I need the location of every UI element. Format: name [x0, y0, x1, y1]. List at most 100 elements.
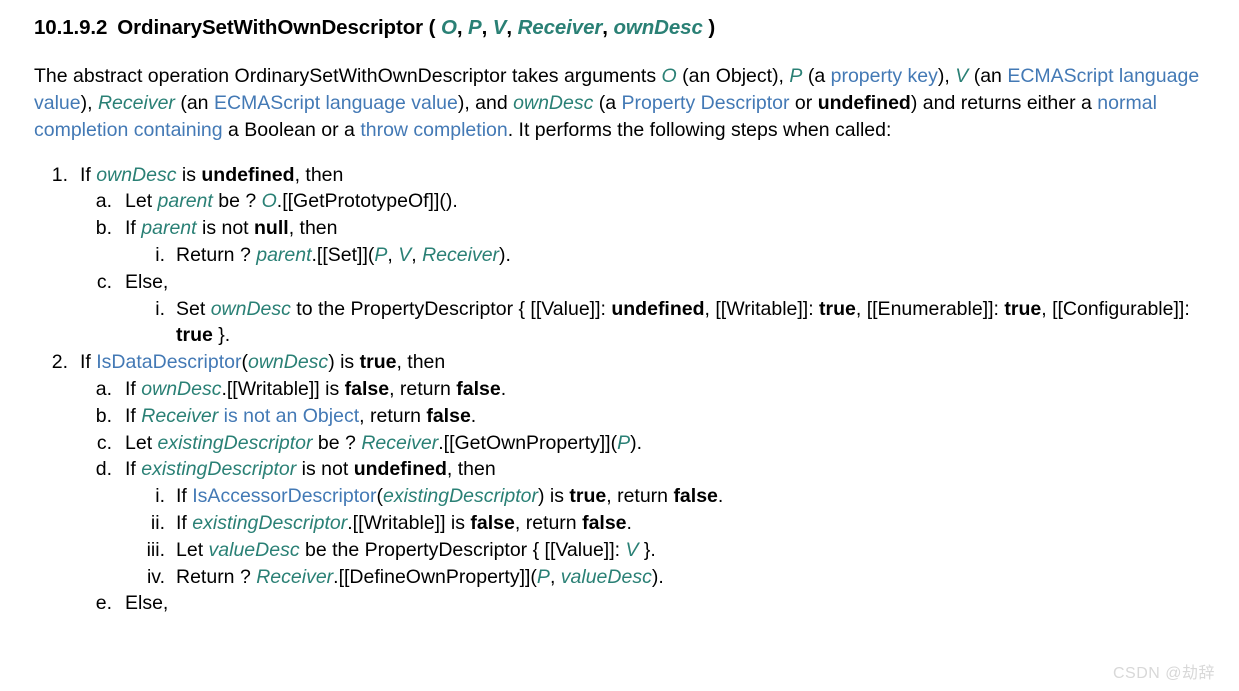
s1a-t3: .[[GetPrototypeOf]]().: [276, 190, 458, 213]
step-marker-2d-ii: ii.: [150, 511, 165, 534]
step-2b: b. If Receiver is not an Object, return …: [94, 403, 1205, 430]
s2dii-t4: .: [626, 511, 632, 534]
s2diii-t3: }.: [638, 538, 656, 561]
step-1c: c. Else, i. Set ownDesc to the PropertyD…: [94, 269, 1205, 349]
s1ci-t4: , [[Enumerable]]:: [855, 297, 1005, 320]
s2di-t1: If: [176, 485, 193, 508]
csdn-watermark: CSDN @劫辞: [1112, 665, 1215, 682]
s1ci-var-ownDesc: ownDesc: [210, 297, 291, 320]
link-throw-completion[interactable]: throw completion: [360, 119, 507, 141]
intro-var-V: V: [955, 64, 969, 87]
s1-var-ownDesc: ownDesc: [96, 163, 177, 186]
s2a-var-ownDesc: ownDesc: [141, 377, 222, 400]
s1ci-t1: Set: [176, 297, 211, 320]
step-1-text: If ownDesc is undefined, then: [80, 162, 1205, 189]
step-marker-2d: d.: [95, 458, 112, 481]
step-1c-i: i. Set ownDesc to the PropertyDescriptor…: [139, 296, 1205, 350]
s2b-kw-false: false: [426, 404, 471, 427]
s2b-t3: .: [470, 404, 477, 427]
s2b-t2: , return: [359, 404, 427, 427]
s1ci-t2: to the PropertyDescriptor { [[Value]]:: [290, 297, 612, 320]
step-2: 2. If IsDataDescriptor(ownDesc) is true,…: [48, 349, 1205, 617]
s2dii-kw-false-2: false: [582, 511, 627, 534]
s2diii-t1: Let: [176, 538, 209, 561]
step-marker-2b: b.: [95, 404, 112, 427]
step-1b-i-text: Return ? parent.[[Set]](P, V, Receiver).: [176, 242, 1205, 269]
intro-text-12: a Boolean or a: [222, 118, 361, 141]
s1bi-var-P: P: [374, 243, 388, 266]
heading-sep-1: ,: [456, 16, 469, 39]
step-1c-i-text: Set ownDesc to the PropertyDescriptor { …: [176, 296, 1205, 350]
step-2d-i: i. If IsAccessorDescriptor(existingDescr…: [139, 483, 1205, 510]
s2a-t3: , return: [389, 377, 457, 400]
s2di-var-existingDescriptor: existingDescriptor: [382, 485, 538, 508]
step-1b-substeps: i. Return ? parent.[[Set]](P, V, Receive…: [139, 242, 1205, 269]
heading-param-Receiver: Receiver: [517, 16, 603, 39]
heading-sep-4: ,: [602, 16, 614, 39]
s2a-t4: .: [500, 377, 507, 400]
s2dii-t2: .[[Writable]] is: [347, 511, 471, 534]
s1c-t1: Else,: [125, 270, 169, 293]
s2di-t3: ) is: [537, 485, 570, 508]
s2di-kw-true: true: [569, 485, 607, 508]
signature-close-paren: ): [708, 16, 716, 39]
step-marker-1b: b.: [95, 217, 112, 240]
step-2d-substeps: i. If IsAccessorDescriptor(existingDescr…: [139, 483, 1205, 590]
signature-open-paren: (: [428, 16, 436, 39]
step-2d-text: If existingDescriptor is not undefined, …: [125, 456, 1205, 483]
s2diii-var-V: V: [625, 538, 639, 561]
s2di-t4: , return: [606, 485, 674, 508]
s1ci-t6: }.: [212, 324, 231, 347]
link-is-data-descriptor[interactable]: IsDataDescriptor: [96, 351, 241, 373]
step-2-substeps: a. If ownDesc.[[Writable]] is false, ret…: [94, 376, 1205, 617]
intro-var-ownDesc: ownDesc: [513, 91, 594, 114]
s2d-kw-undefined: undefined: [353, 458, 447, 481]
intro-var-O: O: [661, 64, 677, 87]
intro-text-2: (an Object),: [676, 64, 790, 87]
s2c-t3: .[[GetOwnProperty]](: [438, 431, 618, 454]
step-2c-text: Let existingDescriptor be ? Receiver.[[G…: [125, 430, 1205, 457]
s2c-t1: Let: [125, 431, 158, 454]
s2diii-t2: be the PropertyDescriptor { [[Value]]:: [299, 538, 626, 561]
link-is-not-an-object[interactable]: is not an Object: [218, 405, 360, 427]
link-is-accessor-descriptor[interactable]: IsAccessorDescriptor: [192, 485, 376, 507]
intro-text-10: or: [789, 91, 818, 114]
s1-t2: is: [176, 163, 202, 186]
step-2d-iii: iii. Let valueDesc be the PropertyDescri…: [139, 537, 1205, 564]
s2dii-t1: If: [176, 511, 193, 534]
s2-kw-true: true: [359, 351, 397, 374]
s2c-var-Receiver: Receiver: [361, 431, 439, 454]
s1ci-kw-true-2: true: [1004, 297, 1042, 320]
s1bi-t3: ,: [387, 243, 399, 266]
s1a-t2: be ?: [212, 190, 262, 213]
link-ecmascript-language-value-2[interactable]: ECMAScript language value: [214, 92, 458, 114]
s1ci-kw-true-1: true: [819, 297, 856, 320]
step-2d-i-text: If IsAccessorDescriptor(existingDescript…: [176, 483, 1205, 510]
step-1a: a. Let parent be ? O.[[GetPrototypeOf]](…: [94, 188, 1205, 215]
algorithm-steps: 1. If ownDesc is undefined, then a. Let …: [34, 162, 1205, 618]
step-marker-2: 2.: [51, 351, 68, 374]
s2dii-kw-false-1: false: [470, 511, 515, 534]
link-property-descriptor[interactable]: Property Descriptor: [622, 92, 790, 114]
link-property-key[interactable]: property key: [831, 65, 938, 87]
s2a-t1: If: [125, 377, 142, 400]
s1-kw-undefined: undefined: [201, 163, 295, 186]
step-marker-2a: a.: [95, 377, 112, 400]
s1b-t1: If: [125, 217, 142, 240]
intro-text-3: (a: [802, 64, 831, 87]
intro-text-1: The abstract operation OrdinarySetWithOw…: [34, 64, 662, 87]
intro-text-9: (a: [593, 91, 622, 114]
heading-param-ownDesc: ownDesc: [613, 16, 703, 39]
s2e-t1: Else,: [125, 592, 169, 615]
step-2d: d. If existingDescriptor is not undefine…: [94, 456, 1205, 590]
step-marker-2d-iv: iv.: [146, 565, 165, 588]
intro-text-5: (an: [968, 64, 1008, 87]
s1a-var-O: O: [261, 190, 277, 213]
s2dii-t3: , return: [514, 511, 583, 534]
step-2d-iii-text: Let valueDesc be the PropertyDescriptor …: [176, 537, 1205, 564]
s2c-var-P: P: [617, 431, 631, 454]
s1bi-t5: ).: [499, 243, 511, 266]
step-marker-2e: e.: [95, 592, 112, 615]
step-1b-text: If parent is not null, then: [125, 215, 1205, 242]
step-2d-iv: iv. Return ? Receiver.[[DefineOwnPropert…: [139, 564, 1205, 591]
